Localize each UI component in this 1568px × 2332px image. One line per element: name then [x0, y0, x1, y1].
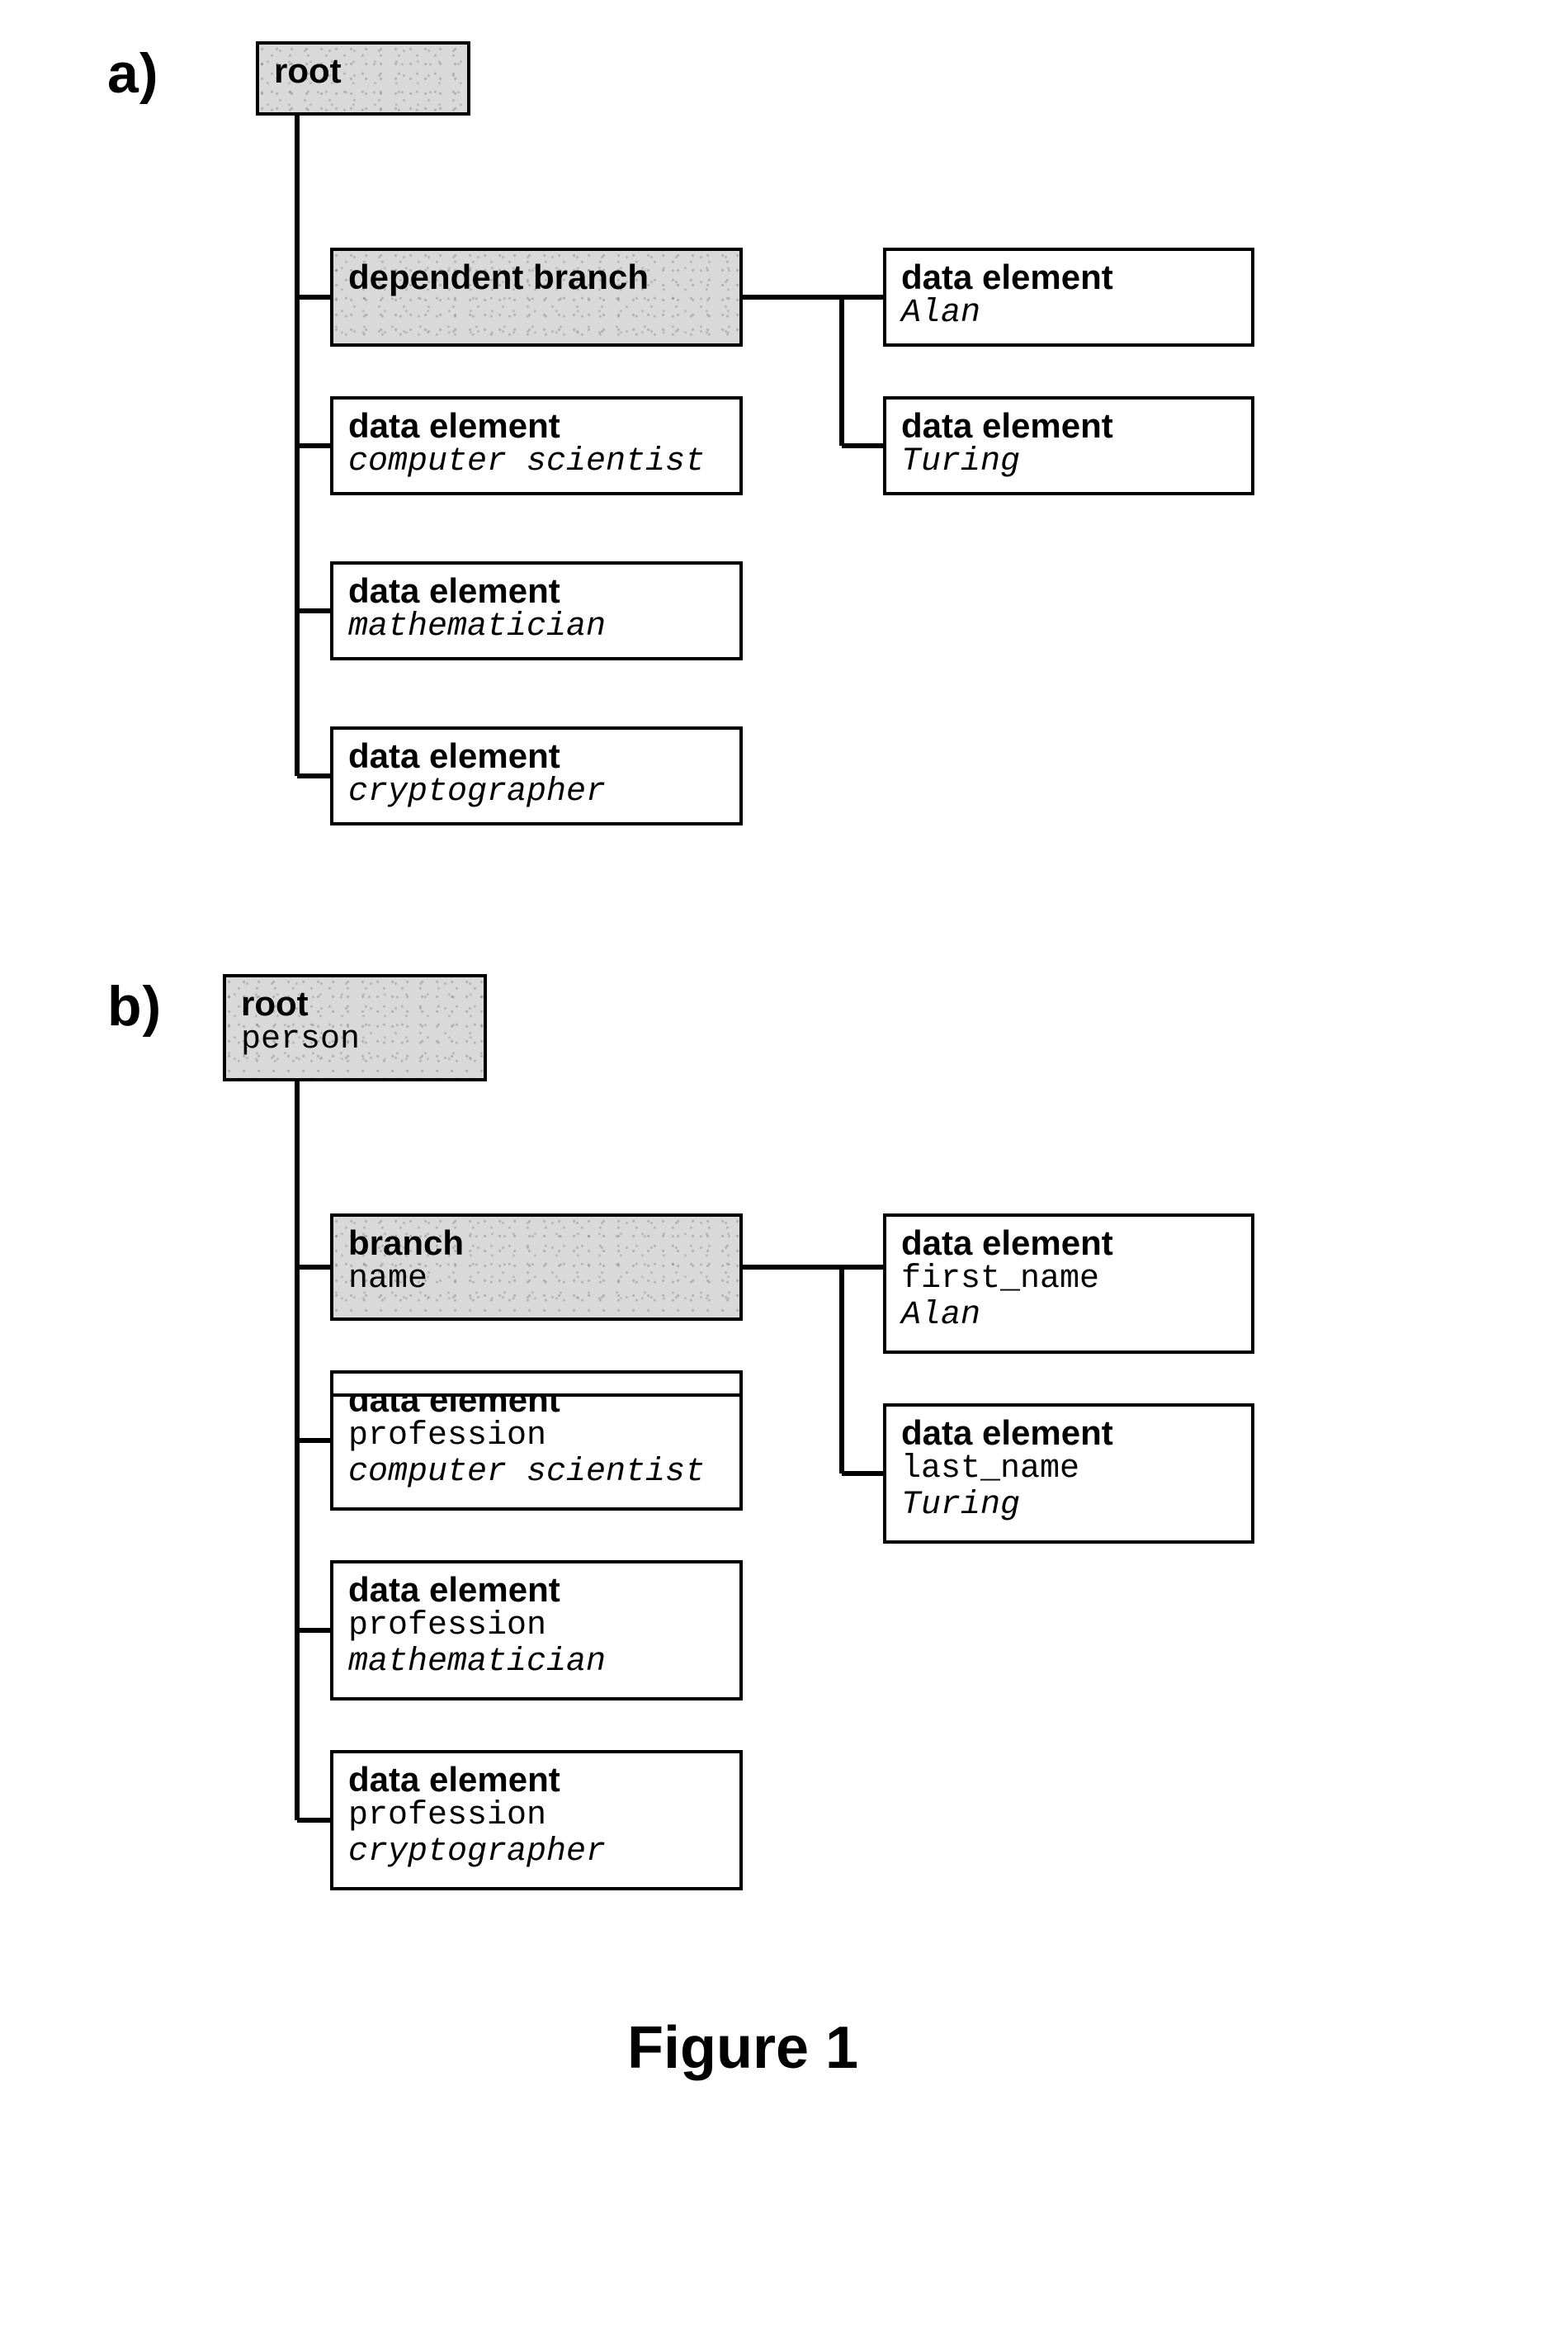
node-title: data element — [348, 573, 725, 609]
node-b-prof-mathematician: data element profession mathematician — [330, 1560, 743, 1701]
node-b-lastname — [330, 1370, 743, 1397]
node-b-branch-name: branch name — [330, 1213, 743, 1321]
node-value: Alan — [901, 1298, 1236, 1334]
node-title: data element — [901, 1225, 1236, 1261]
node-a-lastname: data element Turing — [883, 396, 1254, 495]
node-subtitle: profession — [348, 1798, 725, 1834]
node-value: mathematician — [348, 1644, 725, 1681]
node-title: root — [241, 986, 469, 1022]
diagram-canvas: a) root dependent branch data element co… — [0, 0, 1568, 2332]
node-subtitle: profession — [348, 1418, 725, 1455]
node-b-firstname: data element first_name Alan — [883, 1213, 1254, 1354]
part-a-label: a) — [107, 41, 158, 106]
node-title: data element — [348, 408, 725, 444]
node-title: data element — [348, 738, 725, 774]
node-title: data element — [901, 408, 1236, 444]
node-title: dependent branch — [348, 259, 725, 296]
node-value: Turing — [901, 1488, 1236, 1524]
node-subtitle: person — [241, 1022, 469, 1058]
node-value: cryptographer — [348, 1834, 725, 1871]
node-value: computer scientist — [348, 1455, 725, 1491]
node-title: data element — [901, 1415, 1236, 1451]
connectors-a — [0, 0, 1568, 908]
node-value: Turing — [901, 444, 1236, 480]
part-b-label: b) — [107, 974, 162, 1038]
node-a-root: root — [256, 41, 470, 116]
node-value: computer scientist — [348, 444, 725, 480]
node-title: branch — [348, 1225, 725, 1261]
node-title: root — [274, 53, 452, 89]
node-a-prof-cryptographer: data element cryptographer — [330, 726, 743, 825]
node-subtitle: name — [348, 1261, 725, 1298]
node-value: mathematician — [348, 609, 725, 646]
node-title: data element — [348, 1572, 725, 1608]
node-b-lastname: data element last_name Turing — [883, 1403, 1254, 1544]
node-a-prof-mathematician: data element mathematician — [330, 561, 743, 660]
node-value: cryptographer — [348, 774, 725, 811]
node-b-prof-cryptographer: data element profession cryptographer — [330, 1750, 743, 1890]
node-value: Alan — [901, 296, 1236, 332]
node-a-firstname: data element Alan — [883, 248, 1254, 347]
node-subtitle: last_name — [901, 1451, 1236, 1488]
node-a-dependent-branch: dependent branch — [330, 248, 743, 347]
node-title: data element — [901, 259, 1236, 296]
node-title: data element — [348, 1762, 725, 1798]
node-subtitle: first_name — [901, 1261, 1236, 1298]
node-b-root: root person — [223, 974, 487, 1081]
node-a-prof-computer-scientist: data element computer scientist — [330, 396, 743, 495]
figure-caption: Figure 1 — [627, 2014, 858, 2082]
node-subtitle: profession — [348, 1608, 725, 1644]
